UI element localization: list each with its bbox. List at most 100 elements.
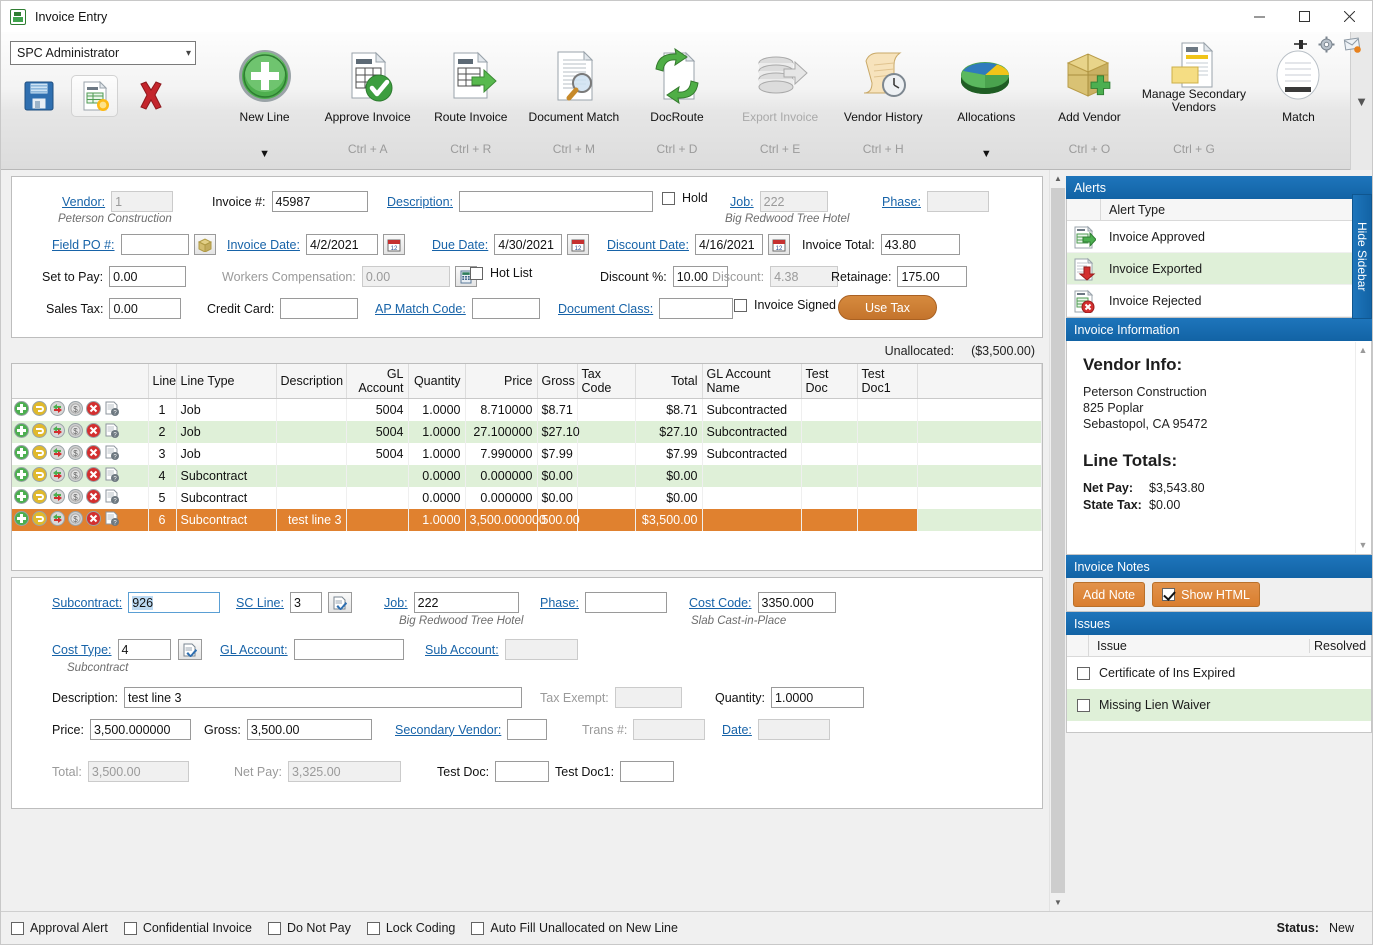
phase-label[interactable]: Phase: — [882, 195, 921, 209]
col-price[interactable]: Price — [465, 364, 538, 399]
delete-line-icon[interactable] — [86, 444, 101, 463]
add-line-icon[interactable] — [14, 444, 29, 463]
cell-gl-account[interactable] — [346, 486, 409, 509]
calendar-icon[interactable]: 12 — [767, 234, 790, 255]
undo-line-icon[interactable] — [32, 422, 47, 441]
add-line-icon[interactable] — [14, 422, 29, 441]
new-invoice-button[interactable] — [71, 75, 118, 117]
col-quantity[interactable]: Quantity — [408, 364, 466, 399]
discount-date-input[interactable]: 4/16/2021 — [694, 234, 763, 255]
vendor-label[interactable]: Vendor: — [62, 195, 105, 209]
test-doc-input[interactable] — [495, 761, 550, 782]
due-date-input[interactable]: 4/30/2021 — [494, 234, 563, 255]
line-info-icon[interactable]: ? — [104, 401, 120, 419]
chevron-down-icon[interactable]: ▼ — [259, 148, 270, 160]
cell-description[interactable] — [276, 486, 347, 509]
delete-line-icon[interactable] — [86, 510, 101, 529]
user-role-select[interactable]: SPC Administrator ▾ — [10, 41, 196, 65]
cell-gross[interactable]: $0.00 — [537, 486, 578, 509]
cell-gross[interactable]: 500.00 — [537, 508, 580, 531]
cell-price[interactable]: 0.000000 — [465, 486, 538, 509]
cell-test-doc1[interactable] — [857, 508, 918, 531]
alert-type-column-label[interactable]: Alert Type — [1101, 203, 1165, 217]
invoice-information-scrollbar[interactable]: ▲ ▼ — [1355, 342, 1370, 553]
cell-total[interactable]: $3,500.00 — [635, 508, 703, 531]
vendor-input[interactable]: 1 — [111, 191, 174, 212]
description-label[interactable]: Description: — [387, 195, 453, 209]
save-button[interactable] — [15, 75, 62, 117]
col-description[interactable]: Description — [276, 364, 347, 399]
calendar-icon[interactable]: 12 — [382, 234, 405, 255]
issue-column-label[interactable]: Issue — [1089, 639, 1309, 653]
col-gl-account-name[interactable]: GL Account Name — [702, 364, 802, 399]
undo-line-icon[interactable] — [32, 488, 47, 507]
table-row[interactable]: $? 2 Job 5004 1.0000 27.100000 $27.10 $27.10 Sub… — [12, 420, 1042, 443]
line-info-icon[interactable]: ? — [104, 423, 120, 441]
cell-gl-account[interactable] — [346, 464, 409, 487]
subcontract-input[interactable]: 926 — [128, 592, 221, 613]
table-row[interactable]: $? 6 Subcontract test line 3 1.0000 3,500.000… — [12, 508, 1042, 531]
detail-job-input[interactable]: 222 — [413, 592, 519, 613]
cell-line[interactable]: 2 — [148, 420, 177, 443]
close-icon[interactable] — [1327, 1, 1372, 32]
cell-line[interactable]: 4 — [148, 464, 177, 487]
col-line[interactable]: Line — [148, 364, 177, 399]
lookup-check-icon[interactable] — [177, 639, 202, 660]
retainage-input[interactable]: 175.00 — [897, 266, 968, 287]
alert-row[interactable]: Invoice Exported — [1067, 253, 1371, 285]
cell-test-doc[interactable] — [801, 398, 858, 421]
refresh-line-icon[interactable] — [50, 488, 65, 507]
show-html-checkbox[interactable] — [1162, 588, 1176, 601]
scroll-down-icon[interactable]: ▼ — [1359, 540, 1368, 550]
status-checkbox-lock-coding[interactable]: Lock Coding — [366, 921, 455, 935]
lock-coding-checkbox[interactable] — [366, 921, 380, 935]
do-not-pay-checkbox[interactable] — [267, 921, 281, 935]
cell-tax-code[interactable] — [577, 464, 636, 487]
lookup-check-icon[interactable] — [327, 592, 352, 613]
cell-gross[interactable]: $8.71 — [537, 398, 578, 421]
detail-date-label[interactable]: Date: — [722, 723, 752, 737]
cell-tax-code[interactable] — [577, 398, 636, 421]
status-checkbox-confidential-invoice[interactable]: Confidential Invoice — [123, 921, 252, 935]
job-label[interactable]: Job: — [730, 195, 754, 209]
undo-line-icon[interactable] — [32, 444, 47, 463]
table-row[interactable]: $? 1 Job 5004 1.0000 8.710000 $8.71 $8.71 Subcon… — [12, 398, 1042, 421]
cell-tax-code[interactable] — [577, 486, 636, 509]
col-tax-code[interactable]: Tax Code — [577, 364, 636, 399]
job-input[interactable]: 222 — [759, 191, 828, 212]
invoice-total-input[interactable]: 43.80 — [880, 234, 960, 255]
ribbon-item-allocations[interactable]: Allocations ▼ — [935, 36, 1038, 166]
cell-quantity[interactable]: 1.0000 — [408, 442, 466, 465]
add-line-icon[interactable] — [14, 400, 29, 419]
cell-gl-account-name[interactable]: Subcontracted — [702, 442, 802, 465]
table-row[interactable]: $? 4 Subcontract 0.0000 0.000000 $0.00 $0.00 — [12, 464, 1042, 487]
cell-test-doc1[interactable] — [857, 420, 918, 443]
ribbon-item-document-match[interactable]: Document Match Ctrl + M — [522, 36, 625, 166]
cell-line-type[interactable]: Job — [176, 398, 277, 421]
cell-description[interactable]: test line 3 — [276, 508, 347, 531]
line-info-icon[interactable]: ? — [104, 489, 120, 507]
phase-input[interactable] — [926, 191, 989, 212]
undo-line-icon[interactable] — [32, 400, 47, 419]
ribbon-item-approve-invoice[interactable]: Approve Invoice Ctrl + A — [316, 36, 419, 166]
cell-line-type[interactable]: Subcontract — [176, 508, 277, 531]
lookup-box-icon[interactable] — [193, 234, 216, 255]
pin-icon[interactable] — [1291, 35, 1310, 54]
document-class-label[interactable]: Document Class: — [558, 302, 653, 316]
due-date-label[interactable]: Due Date: — [432, 238, 488, 252]
add-note-button[interactable]: Add Note — [1073, 582, 1146, 607]
col-line-type[interactable]: Line Type — [176, 364, 277, 399]
cell-price[interactable]: 27.100000 — [465, 420, 538, 443]
scrollbar-thumb[interactable] — [1051, 188, 1065, 893]
hold-checkbox[interactable] — [662, 191, 675, 205]
confidential-invoice-checkbox[interactable] — [123, 921, 137, 935]
ribbon-item-manage-secondary-vendors[interactable]: Manage Secondary Vendors Ctrl + G — [1141, 36, 1247, 166]
cell-total[interactable]: $8.71 — [635, 398, 703, 421]
ribbon-item-docroute[interactable]: DocRoute Ctrl + D — [625, 36, 728, 166]
cell-description[interactable] — [276, 464, 347, 487]
issue-resolved-checkbox[interactable] — [1076, 666, 1090, 680]
cell-line-type[interactable]: Subcontract — [176, 464, 277, 487]
issue-row[interactable]: Certificate of Ins Expired — [1067, 657, 1371, 689]
delete-button[interactable] — [127, 75, 174, 117]
ap-match-code-input[interactable] — [471, 298, 540, 319]
